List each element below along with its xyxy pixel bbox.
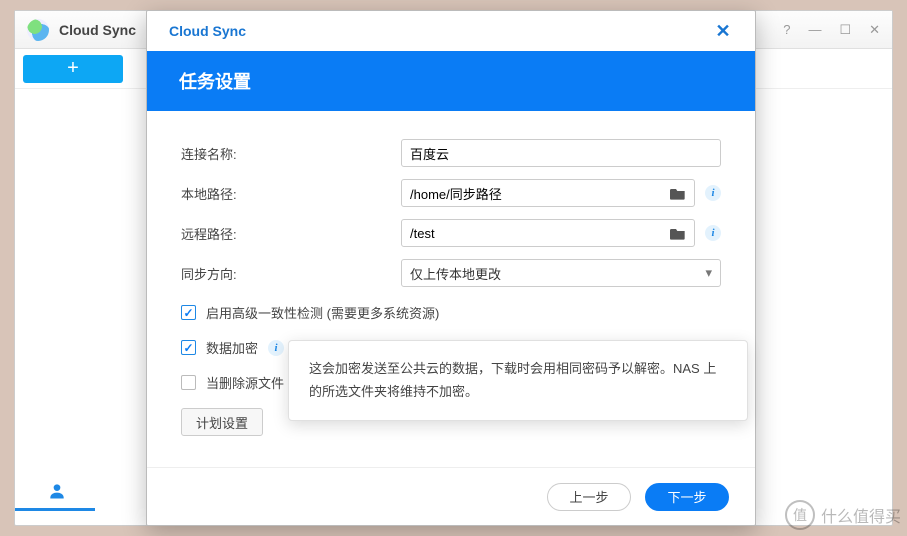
prev-button[interactable]: 上一步 [547, 483, 631, 511]
watermark: 值 什么值得买 [785, 500, 901, 530]
folder-icon[interactable] [670, 226, 686, 240]
close-icon[interactable]: ✕ [713, 21, 733, 42]
minimize-button[interactable]: — [808, 22, 821, 38]
label-encryption: 数据加密 [206, 338, 258, 357]
schedule-settings-label: 计划设置 [196, 413, 248, 432]
checkbox-consistency[interactable] [181, 305, 196, 320]
input-remote-path-wrap[interactable] [401, 219, 695, 247]
task-settings-modal: Cloud Sync ✕ 任务设置 连接名称: 本地路径: i 远程路径: [146, 10, 756, 526]
input-local-path-wrap[interactable] [401, 179, 695, 207]
select-sync-direction[interactable]: 仅上传本地更改 ▾ [401, 259, 721, 287]
modal-heading: 任务设置 [179, 68, 251, 94]
add-button[interactable]: + [23, 55, 123, 83]
chevron-down-icon: ▾ [705, 265, 712, 281]
close-button[interactable]: ✕ [869, 22, 880, 38]
maximize-button[interactable]: ☐ [839, 22, 851, 38]
prev-button-label: 上一步 [569, 487, 608, 506]
modal-titlebar: Cloud Sync ✕ [147, 11, 755, 51]
row-sync-direction: 同步方向: 仅上传本地更改 ▾ [181, 259, 721, 287]
label-remote-path: 远程路径: [181, 224, 401, 243]
user-icon[interactable] [47, 481, 67, 501]
next-button-label: 下一步 [667, 487, 706, 506]
modal-banner: 任务设置 [147, 51, 755, 111]
input-remote-path[interactable] [410, 226, 664, 241]
schedule-settings-button[interactable]: 计划设置 [181, 408, 263, 436]
watermark-icon: 值 [785, 500, 815, 530]
label-connection-name: 连接名称: [181, 144, 401, 163]
input-local-path[interactable] [410, 186, 664, 201]
row-consistency-check[interactable]: 启用高级一致性检测 (需要更多系统资源) [181, 303, 721, 322]
help-button[interactable]: ? [783, 22, 790, 38]
sidebar-active-indicator [15, 508, 95, 511]
folder-icon[interactable] [670, 186, 686, 200]
info-icon[interactable]: i [268, 340, 284, 356]
input-connection-name-wrap[interactable] [401, 139, 721, 167]
row-remote-path: 远程路径: i [181, 219, 721, 247]
row-connection-name: 连接名称: [181, 139, 721, 167]
modal-title: Cloud Sync [169, 23, 246, 39]
select-sync-direction-value: 仅上传本地更改 [410, 264, 501, 283]
info-icon[interactable]: i [705, 225, 721, 241]
label-sync-direction: 同步方向: [181, 264, 401, 283]
checkbox-delete-source[interactable] [181, 375, 196, 390]
tooltip-text: 这会加密发送至公共云的数据，下载时会用相同密码予以解密。NAS 上的所选文件夹将… [309, 361, 716, 399]
input-connection-name[interactable] [410, 146, 712, 161]
info-icon[interactable]: i [705, 185, 721, 201]
label-consistency: 启用高级一致性检测 (需要更多系统资源) [206, 303, 439, 322]
row-local-path: 本地路径: i [181, 179, 721, 207]
encryption-tooltip: 这会加密发送至公共云的数据，下载时会用相同密码予以解密。NAS 上的所选文件夹将… [288, 340, 748, 421]
label-local-path: 本地路径: [181, 184, 401, 203]
checkbox-encryption[interactable] [181, 340, 196, 355]
label-delete-source: 当删除源文件 [206, 373, 284, 392]
next-button[interactable]: 下一步 [645, 483, 729, 511]
modal-footer: 上一步 下一步 [147, 467, 755, 525]
watermark-text: 什么值得买 [821, 503, 901, 527]
app-logo-icon [27, 19, 49, 41]
